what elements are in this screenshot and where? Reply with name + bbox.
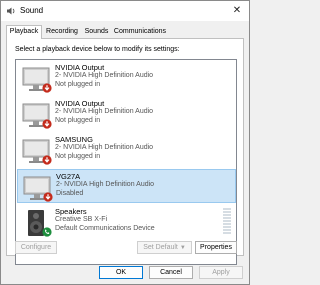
list-item-selected[interactable]: VG27A 2- NVIDIA High Definition Audio Di…	[17, 169, 236, 203]
tab-communications[interactable]: Communications	[112, 26, 168, 38]
cancel-button[interactable]: Cancel	[149, 266, 193, 279]
down-arrow-badge-icon	[42, 155, 52, 165]
device-name: NVIDIA Output	[55, 99, 105, 108]
properties-button[interactable]: Properties	[195, 241, 237, 254]
device-name: VG27A	[56, 172, 81, 181]
configure-button[interactable]: Configure	[15, 241, 57, 254]
set-default-label: Set Default	[143, 244, 178, 251]
speaker-icon	[7, 7, 15, 15]
apply-button[interactable]: Apply	[199, 266, 243, 279]
device-name: Speakers	[55, 207, 87, 216]
chevron-down-icon: ▼	[179, 245, 186, 251]
tab-playback[interactable]: Playback	[6, 25, 42, 39]
device-list[interactable]: NVIDIA Output 2- NVIDIA High Definition …	[15, 59, 237, 265]
close-button[interactable]: ✕	[229, 4, 245, 18]
device-name: NVIDIA Output	[55, 63, 105, 72]
down-arrow-badge-icon	[43, 192, 53, 202]
device-driver: 2- NVIDIA High Definition Audio	[55, 144, 154, 151]
device-driver: 2- NVIDIA High Definition Audio	[55, 108, 154, 115]
playback-panel: Select a playback device below to modify…	[6, 38, 244, 265]
close-icon: ✕	[232, 5, 242, 16]
device-status: Disabled	[56, 190, 84, 197]
window-title: Sound	[20, 6, 44, 15]
device-status: Not plugged in	[55, 153, 101, 160]
list-item[interactable]: NVIDIA Output 2- NVIDIA High Definition …	[17, 61, 236, 95]
device-status: Default Communications Device	[55, 225, 155, 232]
down-arrow-badge-icon	[42, 83, 52, 93]
title-bar: Sound ✕	[1, 1, 249, 21]
ok-button[interactable]: OK	[99, 266, 143, 279]
down-arrow-badge-icon	[42, 119, 52, 129]
device-status: Not plugged in	[55, 81, 101, 88]
instruction-text: Select a playback device below to modify…	[15, 46, 180, 53]
tab-recording[interactable]: Recording	[43, 26, 81, 38]
device-driver: 2- NVIDIA High Definition Audio	[56, 181, 155, 188]
phone-badge-icon	[42, 227, 52, 237]
list-item[interactable]: Speakers Creative SB X-Fi Default Commun…	[17, 205, 236, 239]
tab-sounds[interactable]: Sounds	[82, 26, 111, 38]
sound-dialog: Sound ✕ Playback Recording Sounds Commun…	[0, 0, 250, 285]
list-item[interactable]: SAMSUNG 2- NVIDIA High Definition Audio …	[17, 133, 236, 167]
device-driver: Creative SB X-Fi	[55, 216, 108, 223]
device-status: Not plugged in	[55, 117, 101, 124]
device-driver: 2- NVIDIA High Definition Audio	[55, 72, 154, 79]
volume-level-meter	[223, 208, 231, 236]
set-default-button[interactable]: Set Default ▼	[137, 241, 192, 254]
list-item[interactable]: NVIDIA Output 2- NVIDIA High Definition …	[17, 97, 236, 131]
device-name: SAMSUNG	[55, 135, 93, 144]
